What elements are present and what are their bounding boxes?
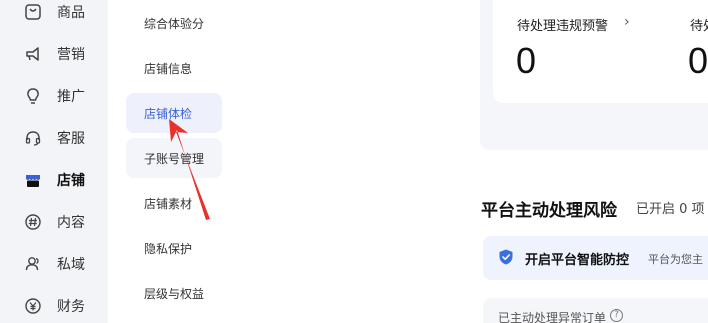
users-icon	[24, 255, 42, 273]
nav-item-finance[interactable]: 财务	[0, 285, 108, 323]
pending-count: 0	[688, 40, 708, 81]
chevron-right-icon[interactable]: ›	[624, 14, 630, 30]
nav-item-promotion[interactable]: 推广	[0, 75, 108, 117]
help-icon[interactable]: ?	[610, 309, 623, 322]
nav-item-customer-service[interactable]: 客服	[0, 117, 108, 159]
main-content: 待处理违规预警 › 待处 0 0 平台主动处理风险 已开启 0 项 开启平台智能…	[238, 0, 708, 323]
nav-item-products[interactable]: 商品	[0, 0, 108, 33]
submenu-item-levels-benefits[interactable]: 层级与权益	[126, 273, 222, 313]
headset-icon	[24, 129, 42, 147]
abnormal-orders-label: 已主动处理异常订单	[498, 311, 607, 323]
hashtag-icon	[24, 213, 42, 231]
nav-item-label: 商品	[57, 5, 85, 21]
submenu-item-store-assets[interactable]: 店铺素材	[126, 183, 222, 223]
store-icon	[24, 171, 42, 189]
nav-item-label: 客服	[57, 131, 85, 147]
nav-item-label: 私域	[57, 257, 85, 273]
megaphone-icon	[24, 45, 42, 63]
nav-item-label: 营销	[57, 47, 85, 63]
submenu-item-privacy[interactable]: 隐私保护	[126, 228, 222, 268]
store-submenu: 综合体验分 店铺信息 店铺体检 子账号管理 店铺素材 隐私保护 层级与权益	[108, 0, 238, 323]
violation-warning-count: 0	[516, 40, 537, 81]
nav-item-marketing[interactable]: 营销	[0, 33, 108, 75]
nav-item-label: 推广	[57, 89, 85, 105]
nav-item-private-domain[interactable]: 私域	[0, 243, 108, 285]
banner-title: 开启平台智能防控	[525, 253, 630, 268]
nav-item-label: 店铺	[57, 173, 85, 189]
yuan-icon	[24, 297, 42, 315]
submenu-item-store-info[interactable]: 店铺信息	[126, 48, 222, 88]
violation-warning-label[interactable]: 待处理违规预警	[517, 15, 608, 34]
banner-description: 平台为您主	[648, 253, 703, 266]
section-title: 平台主动处理风险	[481, 201, 617, 221]
product-icon	[24, 3, 42, 21]
pending-label: 待处	[690, 19, 708, 34]
bulb-icon	[24, 87, 42, 105]
section-status: 已开启 0 项	[636, 202, 705, 217]
submenu-item-store-checkup[interactable]: 店铺体检	[126, 93, 222, 133]
nav-item-store[interactable]: 店铺	[0, 159, 108, 201]
submenu-item-sub-accounts[interactable]: 子账号管理	[126, 138, 222, 178]
shield-check-icon	[497, 248, 515, 266]
nav-item-content[interactable]: 内容	[0, 201, 108, 243]
nav-item-label: 财务	[57, 299, 85, 315]
submenu-item-experience-score[interactable]: 综合体验分	[126, 3, 222, 43]
nav-item-label: 内容	[57, 215, 85, 231]
main-nav-sidebar: 商品 营销 推广 客服 店铺 内容 私域 财务	[0, 0, 108, 323]
